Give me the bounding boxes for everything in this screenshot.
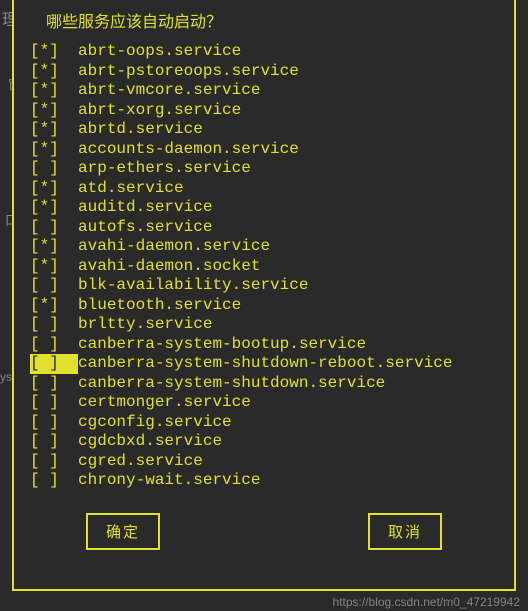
checkbox-checked-icon[interactable]: [*] xyxy=(30,120,59,140)
checkbox-unchecked-icon[interactable]: [ ] xyxy=(30,276,59,296)
service-name: brltty.service xyxy=(78,315,212,335)
checkbox-unchecked-icon[interactable]: [ ] xyxy=(30,471,59,491)
list-item[interactable]: [*] atd.service xyxy=(30,179,502,199)
service-name: accounts-daemon.service xyxy=(78,140,299,160)
list-item[interactable]: [*] abrt-vmcore.service xyxy=(30,81,502,101)
service-name: canberra-system-bootup.service xyxy=(78,335,366,355)
service-name: certmonger.service xyxy=(78,393,251,413)
checkbox-unchecked-icon[interactable]: [ ] xyxy=(30,159,59,179)
list-item[interactable]: [ ] certmonger.service xyxy=(30,393,502,413)
checkbox-checked-icon[interactable]: [*] xyxy=(30,81,59,101)
cancel-button[interactable]: 取消 xyxy=(368,513,442,550)
service-name: canberra-system-shutdown-reboot.service xyxy=(78,354,452,374)
checkbox-unchecked-icon[interactable]: [ ] xyxy=(30,218,59,238)
checkbox-unchecked-icon[interactable]: [ ] xyxy=(30,315,59,335)
service-name: abrt-xorg.service xyxy=(78,101,241,121)
list-item[interactable]: [ ] blk-availability.service xyxy=(30,276,502,296)
checkbox-checked-icon[interactable]: [*] xyxy=(30,198,59,218)
list-item[interactable]: [*] accounts-daemon.service xyxy=(30,140,502,160)
service-name: auditd.service xyxy=(78,198,212,218)
list-item[interactable]: [*] abrtd.service xyxy=(30,120,502,140)
list-item[interactable]: [*] auditd.service xyxy=(30,198,502,218)
service-name: abrt-vmcore.service xyxy=(78,81,260,101)
checkbox-checked-icon[interactable]: [*] xyxy=(30,237,59,257)
checkbox-unchecked-icon[interactable]: [ ] xyxy=(30,335,59,355)
background-text: ys xyxy=(0,370,12,384)
service-name: chrony-wait.service xyxy=(78,471,260,491)
service-name: avahi-daemon.service xyxy=(78,237,270,257)
service-name: avahi-daemon.socket xyxy=(78,257,260,277)
list-item[interactable]: [*] bluetooth.service xyxy=(30,296,502,316)
service-name: atd.service xyxy=(78,179,184,199)
service-name: bluetooth.service xyxy=(78,296,241,316)
list-item[interactable]: [ ] cgred.service xyxy=(30,452,502,472)
list-item[interactable]: [ ] brltty.service xyxy=(30,315,502,335)
checkbox-unchecked-icon[interactable]: [ ] xyxy=(30,393,59,413)
service-name: autofs.service xyxy=(78,218,212,238)
checkbox-checked-icon[interactable]: [*] xyxy=(30,62,59,82)
checkbox-checked-icon[interactable]: [*] xyxy=(30,42,59,62)
list-item[interactable]: [ ] canberra-system-bootup.service xyxy=(30,335,502,355)
service-name: abrtd.service xyxy=(78,120,203,140)
checkbox-checked-icon[interactable]: [*] xyxy=(30,257,59,277)
checkbox-checked-icon[interactable]: [*] xyxy=(30,140,59,160)
checkbox-unchecked-icon[interactable]: [ ] xyxy=(30,432,59,452)
button-row: 确定 取消 xyxy=(86,513,442,550)
service-name: abrt-oops.service xyxy=(78,42,241,62)
checkbox-unchecked-icon[interactable]: [ ] xyxy=(30,354,59,372)
checkbox-unchecked-icon[interactable]: [ ] xyxy=(30,452,59,472)
checkbox-checked-icon[interactable]: [*] xyxy=(30,179,59,199)
list-item[interactable]: [ ] canberra-system-shutdown.service xyxy=(30,374,502,394)
dialog-title: 哪些服务应该自动启动？ xyxy=(46,8,502,32)
list-item[interactable]: [*] avahi-daemon.socket xyxy=(30,257,502,277)
checkbox-unchecked-icon[interactable]: [ ] xyxy=(30,413,59,433)
service-name: blk-availability.service xyxy=(78,276,308,296)
checkbox-checked-icon[interactable]: [*] xyxy=(30,101,59,121)
list-item[interactable]: [ ] cgdcbxd.service xyxy=(30,432,502,452)
watermark: https://blog.csdn.net/m0_47219942 xyxy=(333,595,520,609)
service-name: cgred.service xyxy=(78,452,203,472)
service-list[interactable]: [*] abrt-oops.service[*] abrt-pstoreoops… xyxy=(30,42,502,491)
list-item[interactable]: [ ] arp-ethers.service xyxy=(30,159,502,179)
list-item[interactable]: [*] abrt-pstoreoops.service xyxy=(30,62,502,82)
service-name: arp-ethers.service xyxy=(78,159,251,179)
list-item[interactable]: [ ] autofs.service xyxy=(30,218,502,238)
service-name: cgconfig.service xyxy=(78,413,232,433)
list-item[interactable]: [ ] cgconfig.service xyxy=(30,413,502,433)
list-item[interactable]: [*] abrt-oops.service xyxy=(30,42,502,62)
ok-button[interactable]: 确定 xyxy=(86,513,160,550)
service-name: cgdcbxd.service xyxy=(78,432,222,452)
list-item[interactable]: [ ] canberra-system-shutdown-reboot.serv… xyxy=(30,354,502,374)
list-item[interactable]: [*] abrt-xorg.service xyxy=(30,101,502,121)
service-name: abrt-pstoreoops.service xyxy=(78,62,299,82)
checkbox-checked-icon[interactable]: [*] xyxy=(30,296,59,316)
checkbox-unchecked-icon[interactable]: [ ] xyxy=(30,374,59,394)
list-item[interactable]: [ ] chrony-wait.service xyxy=(30,471,502,491)
list-item[interactable]: [*] avahi-daemon.service xyxy=(30,237,502,257)
service-dialog: 哪些服务应该自动启动？ [*] abrt-oops.service[*] abr… xyxy=(12,0,516,591)
service-name: canberra-system-shutdown.service xyxy=(78,374,385,394)
